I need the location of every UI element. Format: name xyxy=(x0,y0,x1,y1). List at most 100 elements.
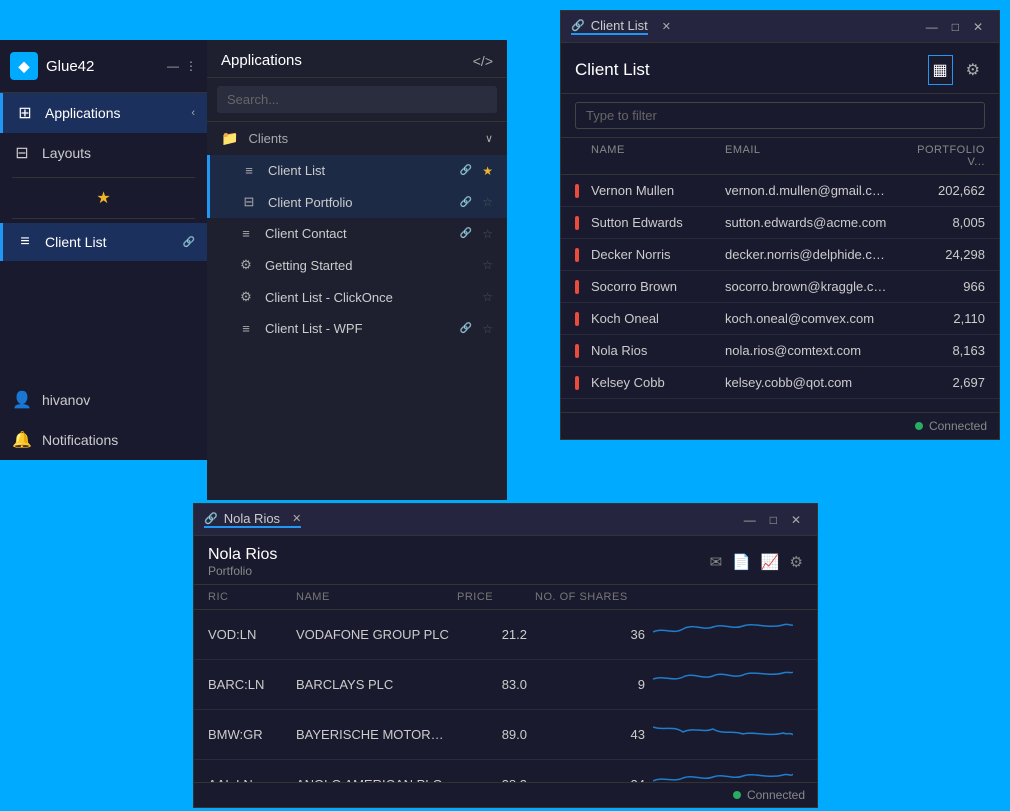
row-indicator xyxy=(575,184,579,198)
clients-chevron-icon: ∨ xyxy=(485,132,493,145)
portfolio-row[interactable]: AAL:LN ANGLO AMERICAN PLC 38.3 24 xyxy=(194,760,817,782)
applications-panel: Applications </> 📁 Clients ∨ ≡ Client Li… xyxy=(207,40,507,500)
sidebar-item-layouts[interactable]: ⊟ Layouts xyxy=(0,133,207,173)
filter-bar xyxy=(561,94,999,138)
client-portfolio-value: 966 xyxy=(897,279,985,294)
nola-maximize-btn[interactable]: □ xyxy=(764,511,783,529)
portfolio-sparkline-container xyxy=(653,767,803,782)
window-minimize-btn[interactable]: — xyxy=(920,18,944,36)
app-icon-getting-started: ⚙ xyxy=(237,257,255,273)
app-star-clickonce[interactable]: ☆ xyxy=(482,290,493,304)
app-star-getting-started[interactable]: ☆ xyxy=(482,258,493,272)
window-close-btn[interactable]: ✕ xyxy=(967,18,989,36)
portfolio-header: Nola Rios Portfolio ✉ 📄 📈 ⚙ xyxy=(194,536,817,585)
app-link-icon-client-contact: 🔗 xyxy=(460,228,472,239)
app-item-getting-started[interactable]: ⚙ Getting Started ☆ xyxy=(207,249,507,281)
app-item-client-portfolio[interactable]: ⊟ Client Portfolio 🔗 ☆ xyxy=(207,186,507,218)
nola-connected-dot xyxy=(733,791,741,799)
portfolio-ric: BARC:LN xyxy=(208,677,288,692)
sidebar-item-user[interactable]: 👤 hivanov xyxy=(0,380,207,420)
client-list-inner-title: Client List xyxy=(575,60,650,80)
nola-tab-close[interactable]: ✕ xyxy=(292,512,301,525)
portfolio-row[interactable]: BMW:GR BAYERISCHE MOTOREN WERKE AG 89.0 … xyxy=(194,710,817,760)
client-email: sutton.edwards@acme.com xyxy=(725,215,889,230)
apps-group-clients[interactable]: 📁 Clients ∨ xyxy=(207,122,507,155)
menu-icon[interactable]: ⋮ xyxy=(185,59,197,73)
window-maximize-btn[interactable]: □ xyxy=(946,18,965,36)
portfolio-price: 21.2 xyxy=(457,627,527,642)
apps-header-code-icon[interactable]: </> xyxy=(473,53,493,69)
grid-view-icon[interactable]: ▦ xyxy=(928,55,953,85)
client-name: Decker Norris xyxy=(591,247,717,262)
sidebar-item-notifications[interactable]: 🔔 Notifications xyxy=(0,420,207,460)
client-email: vernon.d.mullen@gmail.co... xyxy=(725,183,889,198)
nola-close-btn[interactable]: ✕ xyxy=(785,511,807,529)
portfolio-stock-name: BAYERISCHE MOTOREN WERKE AG xyxy=(296,727,449,742)
client-name: Nola Rios xyxy=(591,343,717,358)
portfolio-row[interactable]: BARC:LN BARCLAYS PLC 83.0 9 xyxy=(194,660,817,710)
sidebar-favorites[interactable]: ★ xyxy=(0,182,207,214)
app-star-wpf[interactable]: ☆ xyxy=(482,322,493,336)
table-row[interactable]: Sutton Edwards sutton.edwards@acme.com 8… xyxy=(561,207,999,239)
table-row[interactable]: Nola Rios nola.rios@comtext.com 8,163 xyxy=(561,335,999,367)
minimize-icon[interactable]: — xyxy=(167,59,179,73)
layouts-icon: ⊟ xyxy=(12,143,32,163)
portfolio-email-icon[interactable]: ✉ xyxy=(710,553,723,571)
nola-rios-tab[interactable]: 🔗 Nola Rios ✕ xyxy=(204,511,301,528)
user-icon: 👤 xyxy=(12,390,32,410)
sidebar-spacer xyxy=(0,261,207,380)
client-list-content: Client List ▦ ⚙ NAME EMAIL PORTFOLIO V..… xyxy=(561,43,999,439)
portfolio-col-price: PRICE xyxy=(457,591,527,603)
row-indicator xyxy=(575,376,579,390)
app-icon-clickonce: ⚙ xyxy=(237,289,255,305)
sidebar-header-controls: — ⋮ xyxy=(167,59,197,73)
table-row[interactable]: Koch Oneal koch.oneal@comvex.com 2,110 xyxy=(561,303,999,335)
nola-minimize-btn[interactable]: — xyxy=(738,511,762,529)
app-icon-client-portfolio: ⊟ xyxy=(240,194,258,210)
app-item-client-list-wpf[interactable]: ≡ Client List - WPF 🔗 ☆ xyxy=(207,313,507,344)
col-portfolio: PORTFOLIO V... xyxy=(897,144,985,168)
client-portfolio-value: 8,005 xyxy=(897,215,985,230)
app-item-client-list[interactable]: ≡ Client List 🔗 ★ xyxy=(207,155,507,186)
row-indicator xyxy=(575,248,579,262)
col-indicator xyxy=(575,144,583,168)
app-label-getting-started: Getting Started xyxy=(265,258,472,273)
logo-icon: ◆ xyxy=(19,58,30,75)
col-email: EMAIL xyxy=(725,144,889,168)
app-label-client-list: Client List xyxy=(268,163,454,178)
tab-close-x[interactable]: ✕ xyxy=(662,20,671,33)
app-label-wpf: Client List - WPF xyxy=(265,321,454,336)
client-list-tab[interactable]: 🔗 Client List xyxy=(571,18,648,35)
app-item-client-list-clickonce[interactable]: ⚙ Client List - ClickOnce ☆ xyxy=(207,281,507,313)
portfolio-chart-icon[interactable]: 📈 xyxy=(761,553,780,571)
portfolio-ric: VOD:LN xyxy=(208,627,288,642)
client-portfolio-value: 24,298 xyxy=(897,247,985,262)
settings-icon[interactable]: ⚙ xyxy=(961,55,985,85)
apps-search-input[interactable] xyxy=(217,86,497,113)
sidebar-item-client-list[interactable]: ≡ Client List 🔗 xyxy=(0,223,207,261)
filter-input[interactable] xyxy=(575,102,985,129)
portfolio-sparkline-container xyxy=(653,617,803,652)
app-star-client-portfolio[interactable]: ☆ xyxy=(482,195,493,209)
client-email: kelsey.cobb@qot.com xyxy=(725,375,889,390)
app-star-client-contact[interactable]: ☆ xyxy=(482,227,493,241)
app-star-client-list[interactable]: ★ xyxy=(482,164,493,178)
table-row[interactable]: Socorro Brown socorro.brown@kraggle.co..… xyxy=(561,271,999,303)
client-name: Socorro Brown xyxy=(591,279,717,294)
portfolio-row[interactable]: VOD:LN VODAFONE GROUP PLC 21.2 36 xyxy=(194,610,817,660)
sidebar-item-applications[interactable]: ⊞ Applications ‹ xyxy=(0,93,207,133)
table-row[interactable]: Decker Norris decker.norris@delphide.co.… xyxy=(561,239,999,271)
sparkline-chart xyxy=(653,767,793,782)
client-list-link-icon: 🔗 xyxy=(183,237,195,248)
sidebar-header: ◆ Glue42 — ⋮ xyxy=(0,40,207,93)
client-name: Vernon Mullen xyxy=(591,183,717,198)
portfolio-subtitle: Portfolio xyxy=(208,564,277,578)
app-item-client-contact[interactable]: ≡ Client Contact 🔗 ☆ xyxy=(207,218,507,249)
table-row[interactable]: Vernon Mullen vernon.d.mullen@gmail.co..… xyxy=(561,175,999,207)
portfolio-doc-icon[interactable]: 📄 xyxy=(732,553,751,571)
client-name: Kelsey Cobb xyxy=(591,375,717,390)
nola-tab-title: Nola Rios xyxy=(224,511,280,526)
table-row[interactable]: Kelsey Cobb kelsey.cobb@qot.com 2,697 xyxy=(561,367,999,399)
app-icon-client-list: ≡ xyxy=(240,163,258,178)
portfolio-settings-icon[interactable]: ⚙ xyxy=(790,553,803,571)
